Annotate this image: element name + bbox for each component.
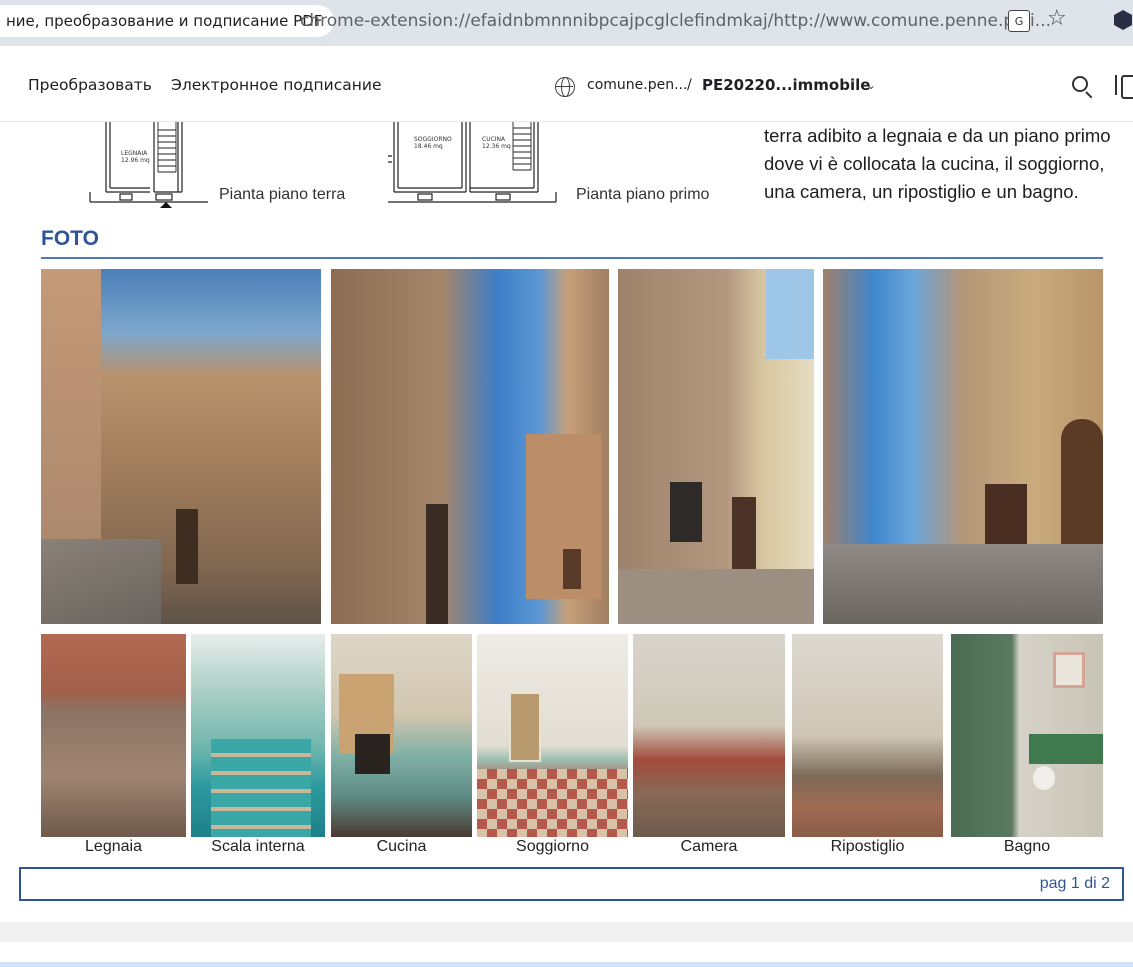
e-sign-menu-button[interactable]: Электронное подписание <box>171 76 382 94</box>
bookmark-star-icon[interactable]: ☆ <box>1047 6 1067 31</box>
first-floor-plan <box>388 122 557 203</box>
tab-title: ние, преобразование и подписание PDF <box>6 12 323 30</box>
page-gap <box>0 922 1133 942</box>
ground-floor-plan <box>89 122 208 208</box>
photo-caption-bagno: Bagno <box>1003 838 1051 855</box>
path-separator: / <box>687 77 692 93</box>
ground-plan-caption: Pianta piano terra <box>219 186 346 203</box>
chevron-down-icon[interactable]: ⌄ <box>866 78 876 92</box>
exterior-photo-3 <box>618 269 814 624</box>
address-bar[interactable]: chrome-extension://efaidnbmnnnibpcajpcgl… <box>300 5 1090 37</box>
soggiorno-room-area: 18.46 mq <box>414 143 443 150</box>
browser-tab[interactable]: ние, преобразование и подписание PDF <box>0 5 335 37</box>
photo-caption-camera: Camera <box>680 838 738 855</box>
url-text: chrome-extension://efaidnbmnnnibpcajpcgl… <box>300 11 1051 31</box>
cucina-room-name: CUCINA <box>482 136 506 143</box>
description-line: dove vi è collocata la cucina, il soggio… <box>764 153 1105 174</box>
side-panel-icon[interactable] <box>1115 75 1133 99</box>
legnaia-room-name: LEGNAIA <box>121 150 148 157</box>
pdf-page: LEGNAIA 12.96 mq Pianta piano terra SOGG… <box>0 122 1133 922</box>
photo-caption-scala: Scala interna <box>211 838 305 855</box>
cucina-room-area: 12.36 mq <box>482 143 511 150</box>
description-line: terra adibito a legnaia e da un piano pr… <box>764 125 1111 146</box>
interior-photo-ripostiglio <box>792 634 943 837</box>
section-divider <box>41 257 1103 259</box>
globe-icon <box>555 77 575 97</box>
interior-photo-bagno <box>951 634 1103 837</box>
exterior-photo-2 <box>331 269 609 624</box>
first-plan-caption: Pianta piano primo <box>576 186 710 203</box>
extension-icon[interactable] <box>1114 10 1132 30</box>
search-icon[interactable] <box>1072 76 1088 92</box>
page-number: pag 1 di 2 <box>1039 875 1110 892</box>
photo-caption-soggiorno: Soggiorno <box>516 838 589 855</box>
description-line: una camera, un ripostiglio e un bagno. <box>764 181 1079 202</box>
next-page-edge <box>0 962 1133 967</box>
interior-photo-cucina <box>331 634 472 837</box>
interior-photo-legnaia <box>41 634 186 837</box>
browser-top-bar: ние, преобразование и подписание PDF chr… <box>0 0 1133 46</box>
section-title: FOTO <box>41 227 99 250</box>
file-domain[interactable]: comune.pen... <box>587 77 687 93</box>
legnaia-room-area: 12.96 mq <box>121 157 150 164</box>
photo-caption-cucina: Cucina <box>376 838 427 855</box>
interior-photo-soggiorno <box>477 634 628 837</box>
soggiorno-room-name: SOGGIORNO <box>414 136 452 143</box>
translate-icon[interactable]: G <box>1008 10 1030 32</box>
page-footer-box: pag 1 di 2 <box>19 867 1124 901</box>
photo-caption-ripostiglio: Ripostiglio <box>830 838 905 855</box>
photo-caption-legnaia: Legnaia <box>85 838 142 855</box>
exterior-photo-1 <box>41 269 321 624</box>
file-name[interactable]: PE20220...immobile <box>702 76 870 94</box>
exterior-photo-4 <box>823 269 1103 624</box>
property-description: terra adibito a legnaia e da un piano pr… <box>764 122 1124 206</box>
interior-photo-camera <box>633 634 785 837</box>
interior-photo-scala <box>191 634 325 837</box>
pdf-toolbar: Преобразовать Электронное подписание com… <box>0 46 1133 122</box>
convert-menu-button[interactable]: Преобразовать <box>28 76 152 94</box>
